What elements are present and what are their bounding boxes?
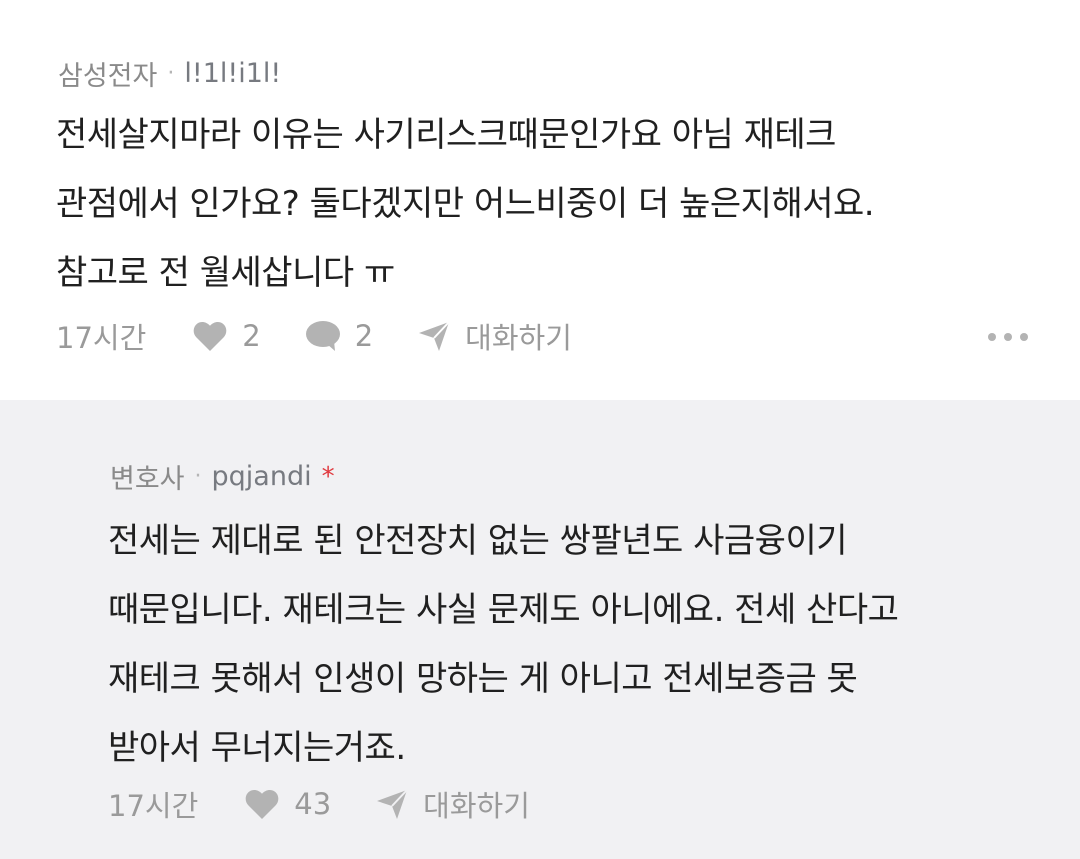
meta-separator: · (167, 61, 175, 86)
more-dot (988, 333, 996, 341)
reply-time: 17시간 (108, 789, 199, 823)
author-badge: * (321, 461, 335, 492)
author-nickname[interactable]: l!1l!i1l! (184, 58, 281, 89)
comment-card: 삼성전자 · l!1l!i1l! 전세살지마라 이유는 사기리스크때문인가요 아… (0, 0, 1080, 400)
reply-button[interactable]: 2 (305, 319, 373, 353)
more-dot (1004, 333, 1012, 341)
reply-body: 전세는 제대로 된 안전장치 없는 쌍팔년도 사금융이기 때문입니다. 재테크는… (108, 521, 899, 768)
reply-count: 2 (354, 319, 374, 353)
like-button[interactable]: 43 (244, 787, 331, 821)
paper-plane-icon (377, 789, 408, 819)
chat-label: 대화하기 (423, 789, 530, 823)
like-button[interactable]: 2 (192, 319, 261, 353)
comment-actions: 17시간 2 2 대화하기 (56, 316, 616, 356)
author-nickname[interactable]: pqjandi (212, 461, 312, 492)
meta-separator: · (194, 464, 202, 489)
chat-button[interactable]: 대화하기 (375, 783, 530, 825)
author-company: 삼성전자 (58, 61, 158, 92)
reply-author-meta: 변호사 · pqjandi * (110, 457, 335, 496)
like-count: 2 (242, 319, 261, 353)
speech-bubble-icon (305, 321, 340, 351)
paper-plane-icon (419, 321, 450, 351)
comment-author-meta: 삼성전자 · l!1l!i1l! (58, 54, 281, 93)
more-icon[interactable] (988, 327, 1028, 347)
heart-icon (245, 790, 279, 819)
comment-time: 17시간 (56, 321, 147, 355)
reply-actions: 17시간 43 대화하기 (108, 784, 574, 824)
reply-card: 변호사 · pqjandi * 전세는 제대로 된 안전장치 없는 쌍팔년도 사… (0, 400, 1080, 859)
like-count: 43 (294, 787, 332, 821)
comment-body: 전세살지마라 이유는 사기리스크때문인가요 아님 재테크 관점에서 인가요? 둘… (56, 115, 875, 293)
heart-icon (193, 322, 227, 351)
more-dot (1020, 333, 1028, 341)
author-company: 변호사 (110, 464, 185, 495)
chat-button[interactable]: 대화하기 (417, 315, 572, 357)
chat-label: 대화하기 (465, 321, 572, 355)
